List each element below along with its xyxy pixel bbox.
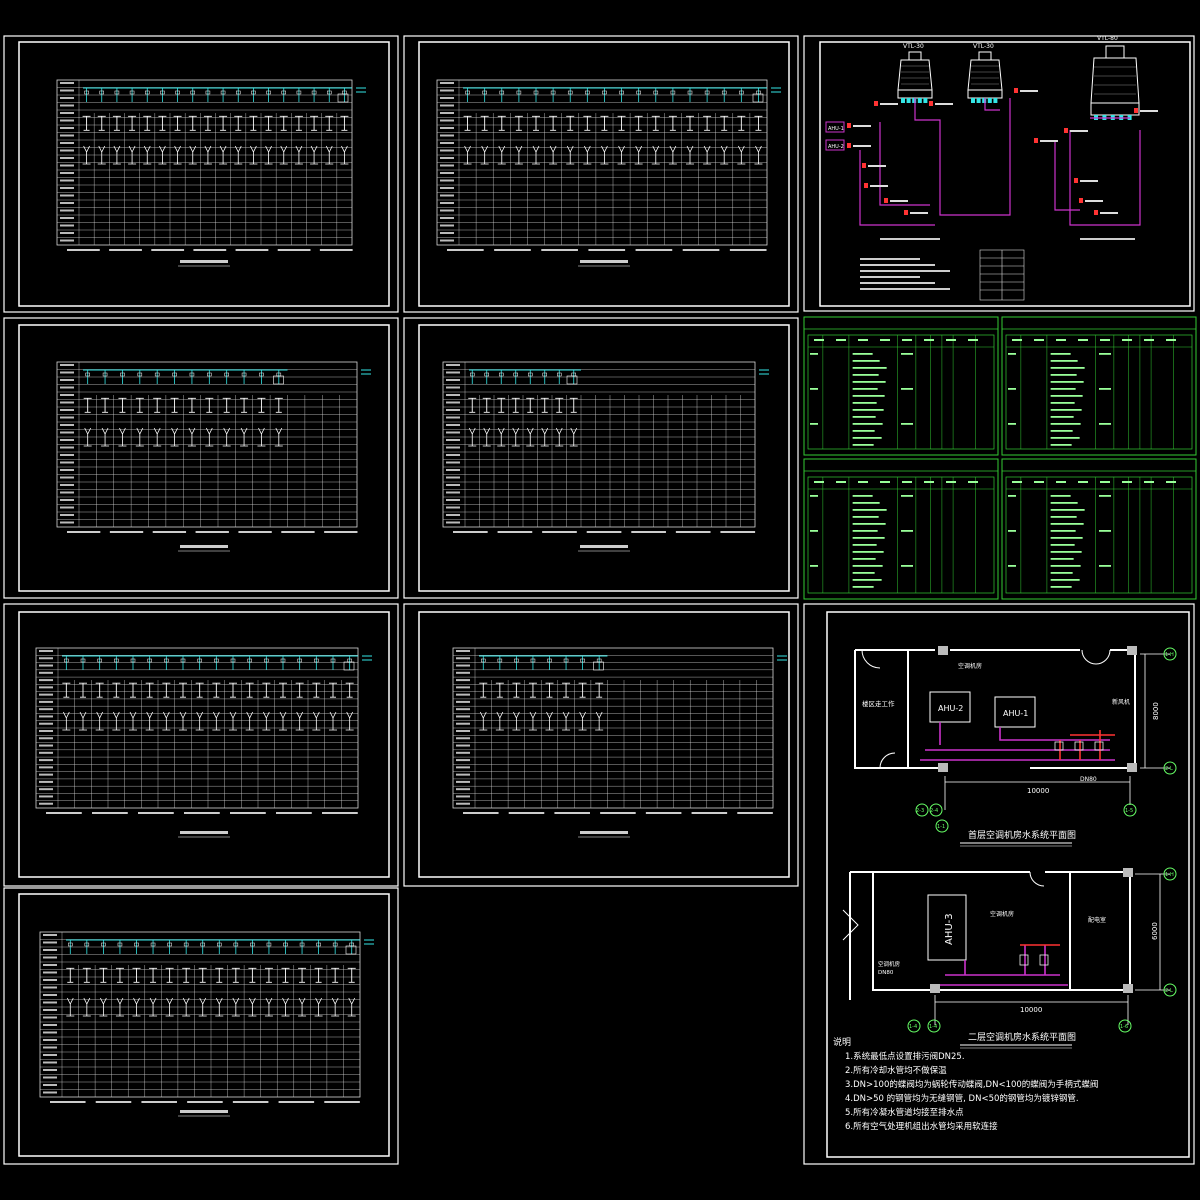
plan1-title: 首层空调机房水系统平面图 xyxy=(968,829,1076,841)
plan1-axis-c: 1-5 xyxy=(1125,808,1133,814)
note-4: 4.DN>50 的钢管均为无缝钢管, DN<50的钢管均为镀锌钢管. xyxy=(845,1093,1079,1104)
plan1-height-dim: 8000 xyxy=(1152,702,1160,720)
plan1-room-label: 空调机房 xyxy=(958,662,982,670)
plan1-axis-d: 1-H xyxy=(1165,652,1174,658)
plan2-axis-e: 2-L xyxy=(1165,988,1173,994)
ahu1-box-label: AHU-1 xyxy=(828,126,844,132)
tower-label-1: VTL-30 xyxy=(903,43,924,50)
plan2-height-dim: 6000 xyxy=(1151,922,1159,940)
note-6: 6.所有空气处理机组出水管均采用软连接 xyxy=(845,1121,998,1132)
plan2-pipe-size: DN80 xyxy=(878,970,894,976)
plan1-axis-a: 2-3 xyxy=(916,808,924,814)
tower-label-3: VTL-80 xyxy=(1097,35,1118,42)
ahu2-label: AHU-2 xyxy=(938,704,963,713)
plan2-axis-a: 1-4 xyxy=(909,1024,917,1030)
plan2-right-room: 配电室 xyxy=(1088,916,1106,924)
plan2-left-room: 空调机房 xyxy=(878,960,901,968)
plan1-axis-f: 1-1 xyxy=(937,824,945,830)
ahu3-label: AHU-3 xyxy=(944,913,955,945)
ahu2-box-label: AHU-2 xyxy=(828,144,844,150)
cad-drawing-canvas: VTL-30 VTL-30 VTL-80 AHU-1 AHU-2 AHU-2 AH… xyxy=(0,0,1200,1200)
plan2-width-dim: 10000 xyxy=(1020,1006,1042,1014)
note-1: 1.系统最低点设置排污阀DN25. xyxy=(845,1051,965,1062)
plan1-axis-e: 2-L xyxy=(1165,766,1173,772)
notes-heading: 说明 xyxy=(833,1036,851,1048)
plan2-axis-d: 1-H xyxy=(1165,872,1174,878)
plan2-title: 二层空调机房水系统平面图 xyxy=(968,1031,1076,1043)
plan1-right-room: 新风机 xyxy=(1112,698,1130,706)
tower-label-2: VTL-30 xyxy=(973,43,994,50)
note-2: 2.所有冷却水管均不做保温 xyxy=(845,1065,947,1076)
plan1-width-dim: 10000 xyxy=(1027,787,1049,795)
plan1-left-room: 楼区走工作 xyxy=(862,699,895,708)
note-3: 3.DN>100的蝶阀均为蜗轮传动蝶阀,DN<100的蝶阀为手柄式蝶阀 xyxy=(845,1079,1098,1090)
plan2-room-label: 空调机房 xyxy=(990,910,1014,918)
plan1-axis-b: 2-4 xyxy=(930,808,938,814)
ahu1-label: AHU-1 xyxy=(1003,709,1028,718)
canvas-background xyxy=(0,0,1200,1200)
plan2-axis-b: 1-4 xyxy=(929,1024,937,1030)
plan2-axis-c: 1-6 xyxy=(1120,1024,1128,1030)
note-5: 5.所有冷凝水管道均接至排水点 xyxy=(845,1107,964,1118)
